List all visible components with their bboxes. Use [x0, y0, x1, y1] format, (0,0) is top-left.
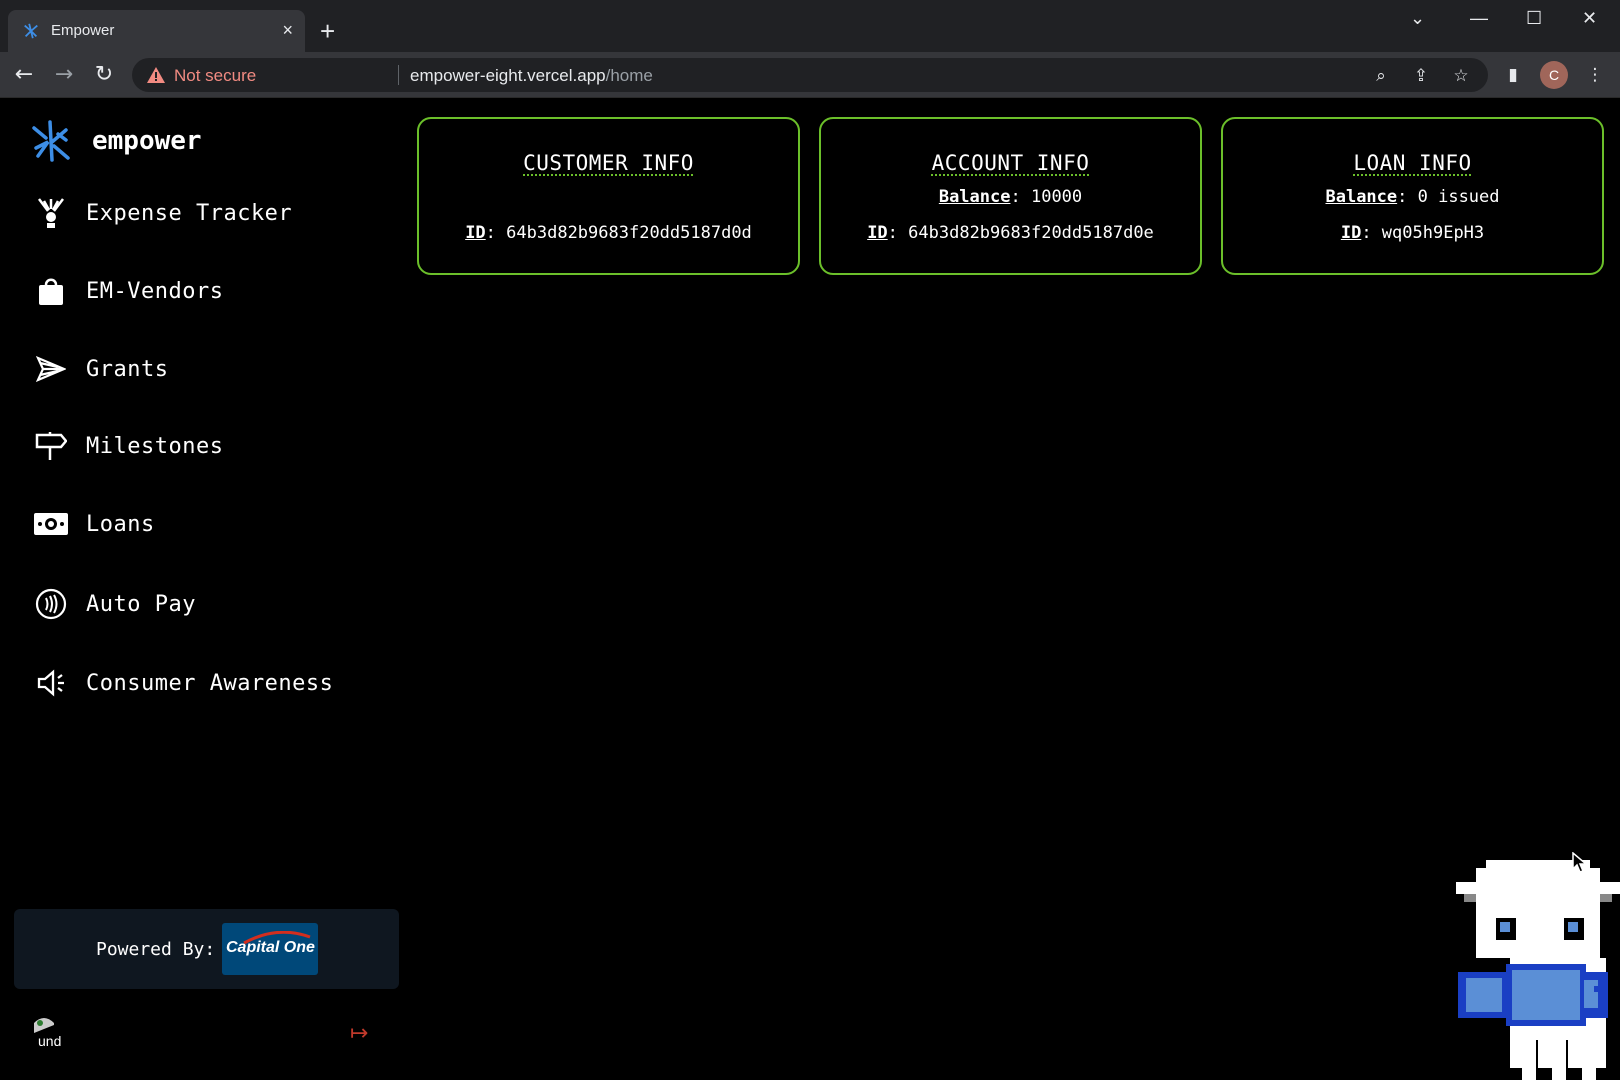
capital-one-logo[interactable]: Capital One [222, 923, 318, 975]
zoom-icon[interactable]: ⌕ [1370, 65, 1392, 87]
empower-favicon-icon [24, 23, 38, 39]
id-label: ID [1340, 223, 1362, 243]
paper-plane-icon [32, 350, 70, 388]
sidebar-item-expense-tracker[interactable]: Expense Tracker [32, 193, 292, 233]
sidebar-item-loans[interactable]: Loans [32, 504, 155, 544]
sidebar-item-label: Auto Pay [86, 591, 196, 617]
money-bill-icon [32, 505, 70, 543]
avatar[interactable]: und [32, 1015, 68, 1051]
account-id-row: ID: 64b3d82b9683f20dd5187d0e [867, 223, 1154, 243]
card-title: LOAN INFO [1353, 151, 1472, 175]
maximize-icon[interactable]: ☐ [1526, 8, 1542, 29]
tab-title: Empower [51, 22, 115, 39]
balance-label: Balance [938, 187, 1011, 207]
account-info-card: ACCOUNT INFO Balance: 10000 ID: 64b3d82b… [819, 117, 1202, 275]
address-divider [398, 65, 399, 85]
account-balance-value: 10000 [1030, 187, 1083, 207]
loan-id-value: wq05h9EpH3 [1381, 223, 1485, 243]
powered-by-panel: Powered By: Capital One [14, 909, 399, 989]
sidebar-item-label: Grants [86, 356, 169, 382]
url-host: empower-eight.vercel.app [410, 66, 606, 85]
sidebar-item-label: Milestones [86, 433, 224, 459]
empower-logo-icon [32, 120, 70, 162]
new-tab-button[interactable]: + [320, 18, 335, 44]
brand[interactable]: empower [30, 119, 202, 163]
loan-id-row: ID: wq05h9EpH3 [1340, 223, 1485, 243]
customer-id-value: 64b3d82b9683f20dd5187d0d [506, 223, 752, 243]
mouse-cursor-icon [1572, 852, 1589, 873]
broken-image-icon [34, 1018, 54, 1033]
browser-tab-bar: Empower × + ⌄ — ☐ ✕ [0, 0, 1620, 52]
sidebar-item-grants[interactable]: Grants [32, 349, 168, 389]
card-title: ACCOUNT INFO [931, 151, 1090, 175]
security-status[interactable]: Not secure [174, 66, 256, 86]
balance-label: Balance [1325, 187, 1398, 207]
browser-toolbar: ← → ↻ Not secure empower-eight.vercel.ap… [0, 52, 1620, 98]
browser-tab[interactable]: Empower × [8, 10, 305, 52]
customer-id-row: ID: 64b3d82b9683f20dd5187d0d [465, 223, 752, 243]
address-bar[interactable]: Not secure empower-eight.vercel.app/home… [132, 58, 1488, 92]
url-text[interactable]: empower-eight.vercel.app/home [410, 66, 653, 86]
id-label: ID [867, 223, 888, 243]
close-window-icon[interactable]: ✕ [1582, 8, 1597, 29]
signpost-icon [32, 427, 70, 465]
sidebar-item-label: Consumer Awareness [86, 670, 334, 696]
back-icon[interactable]: ← [10, 61, 38, 89]
profile-avatar[interactable]: C [1540, 61, 1568, 89]
side-panel-icon[interactable]: ▮ [1502, 64, 1524, 86]
loan-balance-row: Balance: 0 issued [1325, 187, 1500, 207]
logout-icon[interactable]: ↦ [350, 1021, 368, 1046]
loan-balance-value: 0 issued [1417, 187, 1500, 207]
menu-kebab-icon[interactable]: ⋮ [1584, 64, 1606, 86]
card-title: CUSTOMER INFO [523, 151, 694, 175]
sidebar-item-em-vendors[interactable]: EM-Vendors [32, 271, 223, 311]
tab-search-icon[interactable]: ⌄ [1410, 8, 1425, 29]
url-path: /home [605, 66, 653, 85]
app-page: empower Expense Tracker EM-Vendors Grant… [0, 99, 1620, 1080]
forward-icon[interactable]: → [50, 61, 78, 89]
warning-icon [147, 67, 165, 83]
pixel-cat-mascot-icon [1456, 860, 1620, 1080]
loan-info-card: LOAN INFO Balance: 0 issued ID: wq05h9Ep… [1221, 117, 1604, 275]
sidebar-item-milestones[interactable]: Milestones [32, 426, 223, 466]
sidebar-item-consumer-awareness[interactable]: Consumer Awareness [32, 663, 333, 703]
brand-name: empower [92, 126, 202, 156]
contactless-icon [32, 585, 70, 623]
sidebar-item-label: Loans [86, 511, 155, 537]
id-label: ID [465, 223, 486, 243]
account-balance-row: Balance: 10000 [938, 187, 1083, 207]
bookmark-star-icon[interactable]: ☆ [1450, 65, 1472, 87]
capital-one-logo-text: Capital One [226, 939, 315, 956]
account-id-value: 64b3d82b9683f20dd5187d0e [908, 223, 1154, 243]
sidebar-item-label: EM-Vendors [86, 278, 224, 304]
minimize-icon[interactable]: — [1470, 8, 1488, 29]
tab-close-icon[interactable]: × [282, 20, 293, 40]
shopping-bag-icon [32, 272, 70, 310]
avatar-alt-text: und [38, 1033, 62, 1049]
expense-tracker-icon [32, 194, 70, 232]
megaphone-icon [32, 664, 70, 702]
customer-info-card: CUSTOMER INFO ID: 64b3d82b9683f20dd5187d… [417, 117, 800, 275]
powered-by-label: Powered By: [96, 939, 216, 960]
sidebar-item-auto-pay[interactable]: Auto Pay [32, 584, 196, 624]
share-icon[interactable]: ⇪ [1410, 65, 1432, 87]
reload-icon[interactable]: ↻ [90, 61, 118, 89]
sidebar-item-label: Expense Tracker [86, 200, 293, 226]
